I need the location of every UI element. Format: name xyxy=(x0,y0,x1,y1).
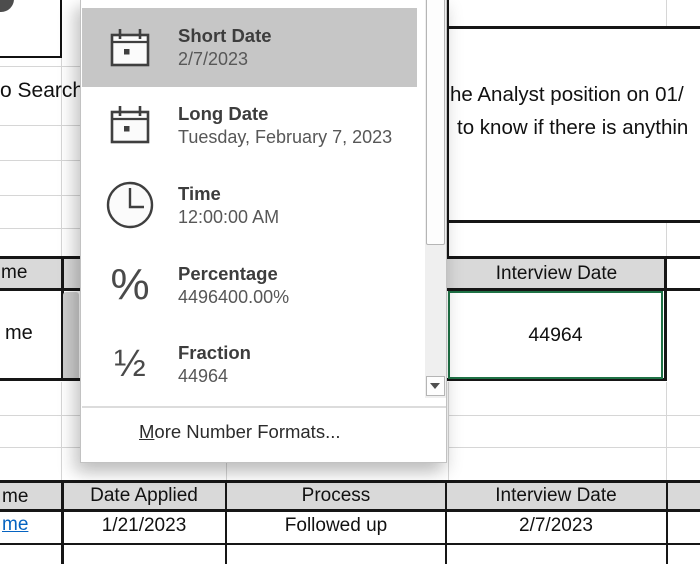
gridline xyxy=(0,66,80,67)
mid-header-interview-label: Interview Date xyxy=(496,263,617,285)
menu-item-label: Short Date xyxy=(178,26,272,46)
number-format-dropdown: Short Date 2/7/2023 Long Date Tuesday, F… xyxy=(80,0,447,463)
note-cell-top-border xyxy=(447,26,700,29)
menu-item-label: Fraction xyxy=(178,343,251,363)
menu-item-example: 2/7/2023 xyxy=(178,49,272,69)
calendar-icon xyxy=(82,26,178,70)
logo-shape xyxy=(0,0,62,58)
mid-table-header-bottom-border xyxy=(0,288,80,291)
dropdown-shadow-strip xyxy=(63,292,79,378)
gridline xyxy=(448,447,700,448)
gridline xyxy=(0,228,80,229)
note-cell-bottom-border xyxy=(447,220,700,223)
menu-item-fraction[interactable]: ½ Fraction 44964 xyxy=(82,326,417,402)
menu-item-time[interactable]: Time 12:00:00 AM xyxy=(82,166,417,244)
menu-item-label: Percentage xyxy=(178,264,289,284)
more-number-formats-item[interactable]: More Number Formats... xyxy=(139,418,341,446)
percent-icon: % xyxy=(82,263,178,307)
menu-item-example: 4496400.00% xyxy=(178,287,289,307)
mid-table-header-cell-name[interactable]: me xyxy=(0,259,80,288)
selected-cell[interactable]: 44964 xyxy=(448,291,663,379)
gridline xyxy=(226,462,227,480)
cell-process[interactable]: Followed up xyxy=(226,511,446,541)
menu-divider xyxy=(82,406,446,408)
gridline xyxy=(448,415,700,416)
gridline xyxy=(448,382,449,480)
menu-item-label: Time xyxy=(178,184,279,204)
gridline xyxy=(61,382,62,480)
bottom-header-process[interactable]: Process xyxy=(226,483,446,509)
mid-table-right-border xyxy=(664,256,667,381)
cell-date-applied[interactable]: 1/21/2023 xyxy=(34,511,254,541)
note-line-2: to know if there is anythin xyxy=(457,111,688,144)
mid-table-header-cell-interview[interactable]: Interview Date xyxy=(447,259,666,288)
spreadsheet-view: o Search he Analyst position on 01/ to k… xyxy=(0,0,700,564)
calendar-icon xyxy=(82,103,178,147)
menu-item-label: Long Date xyxy=(178,104,392,124)
gridline xyxy=(666,0,667,26)
note-cell-left-border xyxy=(447,0,449,257)
sheet-title-partial: o Search xyxy=(0,79,84,103)
gridline xyxy=(666,382,667,480)
bottom-header-interview-date[interactable]: Interview Date xyxy=(446,483,666,509)
gridline xyxy=(0,160,80,161)
footer-label: ore Number Formats... xyxy=(154,421,340,443)
mid-header-name-label: me xyxy=(1,262,27,284)
bottom-table-row-border xyxy=(0,543,700,546)
menu-item-long-date[interactable]: Long Date Tuesday, February 7, 2023 xyxy=(82,86,417,164)
fraction-glyph: ½ xyxy=(114,344,146,384)
menu-item-example: Tuesday, February 7, 2023 xyxy=(178,127,392,147)
scrollbar-down-button[interactable] xyxy=(426,376,445,396)
chevron-down-icon xyxy=(430,383,440,389)
gridline xyxy=(0,125,80,126)
logo-blob xyxy=(0,0,14,12)
dropdown-scrollbar[interactable] xyxy=(425,0,446,398)
menu-item-example: 12:00:00 AM xyxy=(178,207,279,227)
gridline xyxy=(0,415,80,416)
gridline xyxy=(666,223,667,256)
mid-table-bottom-border xyxy=(0,378,80,381)
note-line-1: he Analyst position on 01/ xyxy=(450,78,688,111)
cell-interview-date[interactable]: 2/7/2023 xyxy=(446,511,666,541)
fraction-icon: ½ xyxy=(82,344,178,384)
gridline xyxy=(0,195,80,196)
mid-row-name-cell[interactable]: me xyxy=(5,322,33,345)
percent-glyph: % xyxy=(110,263,149,307)
company-name-link[interactable]: me xyxy=(2,514,28,536)
bottom-header-date-applied[interactable]: Date Applied xyxy=(34,483,254,509)
menu-item-example: 44964 xyxy=(178,366,251,386)
note-cell[interactable]: he Analyst position on 01/ to know if th… xyxy=(450,78,688,144)
gridline xyxy=(0,447,80,448)
scrollbar-thumb[interactable] xyxy=(426,0,445,245)
bottom-header-name[interactable]: me xyxy=(2,486,28,508)
clock-icon xyxy=(82,180,178,230)
menu-item-percentage[interactable]: % Percentage 4496400.00% xyxy=(82,246,417,324)
footer-accelerator: M xyxy=(139,421,154,443)
menu-item-short-date[interactable]: Short Date 2/7/2023 xyxy=(82,8,417,87)
selected-cell-value: 44964 xyxy=(528,324,582,347)
